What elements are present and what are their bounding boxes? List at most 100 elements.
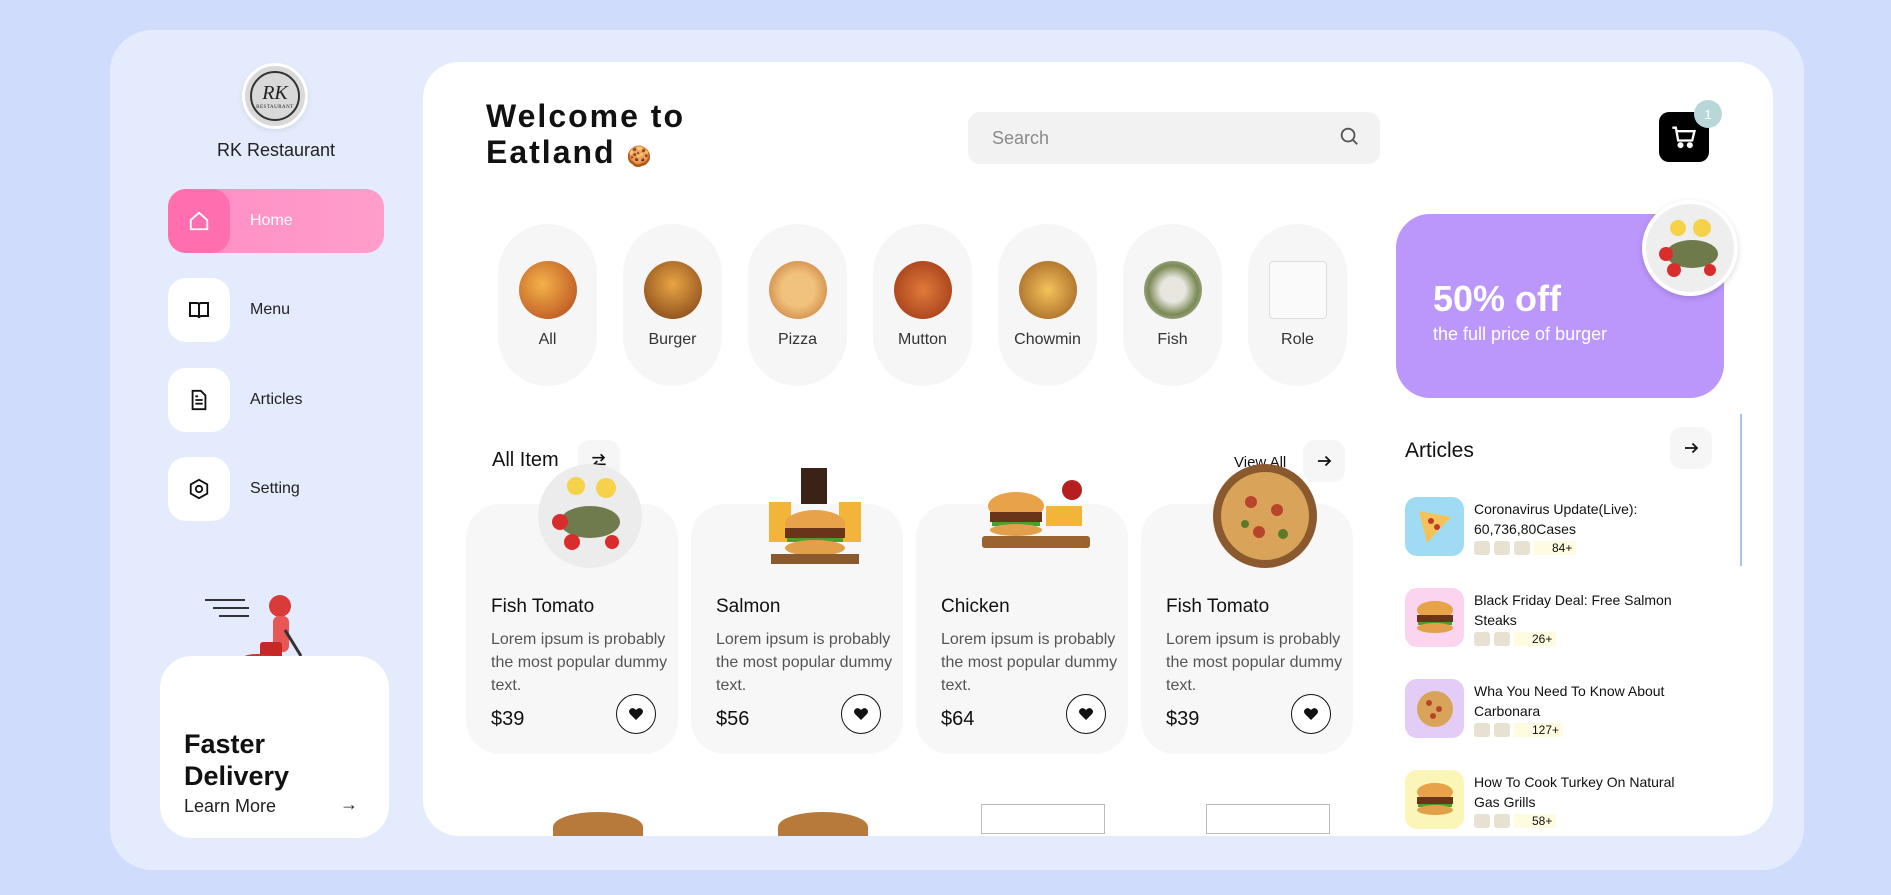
welcome-line-2: Eatland <box>486 134 616 170</box>
article-title: Coronavirus Update(Live): 60,736,80Cases <box>1474 501 1638 537</box>
book-icon <box>168 278 230 342</box>
avatar <box>1474 541 1490 555</box>
pizza-image <box>1211 462 1319 570</box>
category-label: Burger <box>648 331 697 348</box>
category-all[interactable]: All <box>498 224 597 386</box>
next-item-image-peek <box>778 812 868 836</box>
burger-fries-image <box>976 462 1096 570</box>
item-card[interactable]: Fish Tomato Lorem ipsum is probably the … <box>1141 464 1353 754</box>
pizza-icon <box>768 261 827 319</box>
item-card[interactable]: Fish Tomato Lorem ipsum is probably the … <box>466 464 678 754</box>
logo-monogram: RK <box>262 81 288 104</box>
item-description: Lorem ipsum is probably the most popular… <box>491 631 668 694</box>
heart-icon <box>1079 708 1093 720</box>
broken-image-icon <box>1268 261 1327 319</box>
article-count: 127+ <box>1514 723 1564 737</box>
favorite-button[interactable] <box>1066 694 1106 734</box>
item-price: $39 <box>491 708 525 730</box>
learn-more-link[interactable]: Learn More <box>184 796 276 817</box>
heart-icon <box>1304 708 1318 720</box>
welcome-line-1: Welcome to <box>486 98 685 134</box>
category-chowmin[interactable]: Chowmin <box>998 224 1097 386</box>
category-label: Pizza <box>777 331 818 348</box>
sidebar-item-menu[interactable]: Menu <box>168 278 290 342</box>
article-title: How To Cook Turkey On Natural Gas Grills <box>1474 774 1675 810</box>
article-meta: 84+ <box>1474 541 1577 555</box>
burger-thumb <box>1405 588 1464 647</box>
avatar <box>1494 632 1510 646</box>
sidebar-item-setting[interactable]: Setting <box>168 457 300 521</box>
favorite-button[interactable] <box>616 694 656 734</box>
arrow-right-icon <box>1685 442 1699 454</box>
item-description: Lorem ipsum is probably the most popular… <box>716 631 893 694</box>
home-icon <box>168 189 230 253</box>
fish-tomato-image <box>536 462 644 570</box>
item-title: Salmon <box>716 596 781 617</box>
chicken-leg-icon <box>893 261 952 319</box>
article-meta: 26+ <box>1474 632 1557 646</box>
fish-plate-image <box>1642 200 1738 296</box>
avatar <box>1514 541 1530 555</box>
burger-thumb <box>1405 770 1464 829</box>
favorite-button[interactable] <box>1291 694 1331 734</box>
item-price: $64 <box>941 708 975 730</box>
article-item[interactable]: Black Friday Deal: Free Salmon Steaks 26… <box>1405 588 1705 650</box>
avatar <box>1494 814 1510 828</box>
document-icon <box>168 368 230 432</box>
avatar <box>1494 723 1510 737</box>
section-title: All Item <box>492 449 559 471</box>
article-count: 84+ <box>1534 541 1577 555</box>
category-role[interactable]: Role <box>1248 224 1347 386</box>
item-title: Fish Tomato <box>1166 596 1270 617</box>
avatar <box>1494 541 1510 555</box>
pizza-slice-thumb <box>1405 497 1464 556</box>
article-count: 58+ <box>1514 814 1557 828</box>
article-title: Wha You Need To Know About Carbonara <box>1474 683 1665 719</box>
article-item[interactable]: Wha You Need To Know About Carbonara 127… <box>1405 679 1705 741</box>
category-burger[interactable]: Burger <box>623 224 722 386</box>
article-meta: 127+ <box>1474 723 1564 737</box>
sidebar-item-label: Setting <box>250 480 300 497</box>
cart-icon <box>1672 126 1696 149</box>
category-label: Role <box>1281 331 1314 348</box>
cookie-emoji-icon: 🍪 <box>626 146 654 168</box>
page-title: Welcome to Eatland 🍪 <box>486 98 685 175</box>
article-count: 26+ <box>1514 632 1557 646</box>
item-card[interactable]: Salmon Lorem ipsum is probably the most … <box>691 468 903 754</box>
view-all-button[interactable] <box>1303 440 1345 482</box>
search-bar[interactable] <box>968 112 1380 164</box>
sidebar-item-home[interactable]: Home <box>168 189 384 253</box>
broken-image-icon <box>1206 804 1330 834</box>
delivery-title: Faster Delivery <box>184 729 290 791</box>
articles-more-button[interactable] <box>1670 427 1712 469</box>
category-label: Chowmin <box>1014 331 1081 348</box>
delivery-card: Faster Delivery Learn More → <box>160 656 389 838</box>
category-label: Mutton <box>898 331 947 348</box>
articles-scrollbar[interactable] <box>1740 414 1742 566</box>
promo-headline: 50% off <box>1433 278 1562 319</box>
article-title: Black Friday Deal: Free Salmon Steaks <box>1474 592 1672 628</box>
item-card[interactable]: Chicken Lorem ipsum is probably the most… <box>916 480 1128 754</box>
article-item[interactable]: Coronavirus Update(Live): 60,736,80Cases… <box>1405 497 1705 559</box>
articles-title: Articles <box>1405 439 1474 462</box>
category-fish[interactable]: Fish <box>1123 224 1222 386</box>
arrow-right-icon[interactable]: → <box>340 794 358 815</box>
search-icon[interactable] <box>1338 125 1360 152</box>
item-description: Lorem ipsum is probably the most popular… <box>941 631 1118 694</box>
article-item[interactable]: How To Cook Turkey On Natural Gas Grills… <box>1405 770 1705 832</box>
fries-burger-icon <box>1018 261 1077 319</box>
burger-combo-image <box>761 462 869 570</box>
next-item-image-peek <box>553 812 643 836</box>
category-pizza[interactable]: Pizza <box>748 224 847 386</box>
sidebar-item-label: Home <box>250 212 293 229</box>
gear-icon <box>168 457 230 521</box>
promo-subtext: the full price of burger <box>1433 324 1608 344</box>
favorite-button[interactable] <box>841 694 881 734</box>
avatar <box>1474 814 1490 828</box>
sidebar-item-label: Menu <box>250 301 291 318</box>
sidebar-item-articles[interactable]: Articles <box>168 368 302 432</box>
heart-icon <box>629 708 643 720</box>
category-mutton[interactable]: Mutton <box>873 224 972 386</box>
search-input[interactable] <box>992 127 1338 149</box>
avatar <box>1474 632 1490 646</box>
